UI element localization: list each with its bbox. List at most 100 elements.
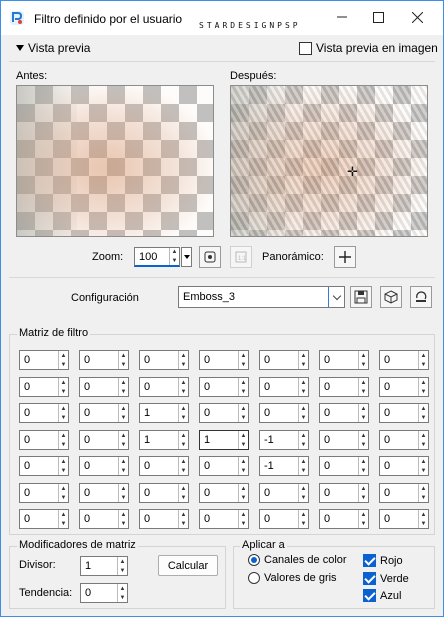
matrix-cell-stepper[interactable]: ▲ ▼	[118, 510, 128, 528]
spin-up-icon[interactable]: ▲	[118, 584, 127, 593]
matrix-cell[interactable]: 0 ▲ ▼	[79, 509, 129, 529]
minimize-button[interactable]	[331, 7, 353, 27]
matrix-cell-stepper[interactable]: ▲ ▼	[58, 351, 68, 369]
spin-up-icon[interactable]: ▲	[239, 351, 248, 360]
gray-values-radio[interactable]: Valores de gris	[248, 572, 337, 584]
matrix-cell-stepper[interactable]: ▲ ▼	[58, 457, 68, 475]
reset-preset-button[interactable]	[410, 286, 432, 308]
spin-down-icon[interactable]: ▼	[239, 466, 248, 475]
matrix-cell-stepper[interactable]: ▲ ▼	[238, 510, 248, 528]
spin-down-icon[interactable]: ▼	[419, 387, 428, 396]
matrix-cell[interactable]: 0 ▲ ▼	[319, 350, 369, 370]
matrix-cell[interactable]: 1 ▲ ▼	[139, 430, 189, 450]
spin-up-icon[interactable]: ▲	[299, 351, 308, 360]
spin-down-icon[interactable]: ▼	[59, 387, 68, 396]
matrix-cell-stepper[interactable]: ▲ ▼	[178, 431, 188, 449]
matrix-cell-stepper[interactable]: ▲ ▼	[118, 351, 128, 369]
matrix-cell-stepper[interactable]: ▲ ▼	[418, 484, 428, 502]
matrix-cell-stepper[interactable]: ▲ ▼	[238, 404, 248, 422]
matrix-cell-stepper[interactable]: ▲ ▼	[418, 378, 428, 396]
matrix-cell-stepper[interactable]: ▲ ▼	[238, 457, 248, 475]
spin-down-icon[interactable]: ▼	[239, 440, 248, 449]
matrix-cell-stepper[interactable]: ▲ ▼	[298, 378, 308, 396]
matrix-cell[interactable]: 0 ▲ ▼	[79, 483, 129, 503]
pan-button[interactable]	[334, 246, 356, 268]
preview-in-image-box[interactable]	[299, 41, 312, 55]
spin-down-icon[interactable]: ▼	[419, 519, 428, 528]
spin-up-icon[interactable]: ▲	[59, 378, 68, 387]
matrix-cell-stepper[interactable]: ▲ ▼	[418, 404, 428, 422]
matrix-cell[interactable]: 0 ▲ ▼	[199, 350, 249, 370]
matrix-cell[interactable]: 0 ▲ ▼	[19, 509, 69, 529]
spin-down-icon[interactable]: ▼	[359, 387, 368, 396]
spin-up-icon[interactable]: ▲	[299, 378, 308, 387]
matrix-cell-stepper[interactable]: ▲ ▼	[238, 351, 248, 369]
matrix-cell-stepper[interactable]: ▲ ▼	[178, 510, 188, 528]
spin-up-icon[interactable]: ▲	[179, 510, 188, 519]
green-checkbox[interactable]: Verde	[363, 572, 409, 585]
spin-down-icon[interactable]: ▼	[299, 466, 308, 475]
matrix-cell-stepper[interactable]: ▲ ▼	[418, 351, 428, 369]
spin-down-icon[interactable]: ▼	[359, 519, 368, 528]
zoom-dropdown-button[interactable]	[181, 247, 192, 267]
spin-down-icon[interactable]: ▼	[419, 413, 428, 422]
matrix-cell[interactable]: 0 ▲ ▼	[19, 456, 69, 476]
green-check-icon[interactable]	[363, 572, 376, 585]
matrix-cell-stepper[interactable]: ▲ ▼	[58, 510, 68, 528]
matrix-cell-stepper[interactable]: ▲ ▼	[58, 431, 68, 449]
matrix-cell[interactable]: 0 ▲ ▼	[259, 350, 309, 370]
spin-up-icon[interactable]: ▲	[419, 431, 428, 440]
spin-up-icon[interactable]: ▲	[359, 457, 368, 466]
matrix-cell[interactable]: 0 ▲ ▼	[19, 403, 69, 423]
matrix-cell[interactable]: 0 ▲ ▼	[79, 377, 129, 397]
spin-down-icon[interactable]: ▼	[299, 360, 308, 369]
spin-down-icon[interactable]: ▼	[419, 493, 428, 502]
spin-down-icon[interactable]: ▼	[119, 466, 128, 475]
spin-up-icon[interactable]: ▲	[119, 351, 128, 360]
matrix-cell[interactable]: 0 ▲ ▼	[379, 430, 429, 450]
spin-up-icon[interactable]: ▲	[239, 457, 248, 466]
spin-down-icon[interactable]: ▼	[359, 466, 368, 475]
spin-down-icon[interactable]: ▼	[299, 493, 308, 502]
spin-up-icon[interactable]: ▲	[419, 351, 428, 360]
matrix-cell-stepper[interactable]: ▲ ▼	[298, 457, 308, 475]
matrix-cell[interactable]: 0 ▲ ▼	[199, 456, 249, 476]
spin-down-icon[interactable]: ▼	[119, 360, 128, 369]
spin-down-icon[interactable]: ▼	[118, 593, 127, 602]
bias-stepper[interactable]: ▲ ▼	[117, 584, 127, 602]
spin-down-icon[interactable]: ▼	[179, 519, 188, 528]
matrix-cell[interactable]: 0 ▲ ▼	[379, 350, 429, 370]
matrix-cell-stepper[interactable]: ▲ ▼	[358, 404, 368, 422]
matrix-cell[interactable]: 0 ▲ ▼	[199, 483, 249, 503]
matrix-cell[interactable]: 0 ▲ ▼	[379, 456, 429, 476]
spin-down-icon[interactable]: ▼	[299, 440, 308, 449]
matrix-cell[interactable]: 0 ▲ ▼	[79, 430, 129, 450]
maximize-button[interactable]	[367, 7, 389, 27]
matrix-cell[interactable]: 0 ▲ ▼	[19, 430, 69, 450]
matrix-cell[interactable]: 0 ▲ ▼	[79, 350, 129, 370]
spin-up-icon[interactable]: ▲	[119, 404, 128, 413]
matrix-cell-stepper[interactable]: ▲ ▼	[358, 351, 368, 369]
spin-up-icon[interactable]: ▲	[239, 431, 248, 440]
matrix-cell[interactable]: 0 ▲ ▼	[319, 483, 369, 503]
matrix-cell-stepper[interactable]: ▲ ▼	[118, 457, 128, 475]
color-channels-radio-dot[interactable]	[248, 554, 260, 566]
spin-up-icon[interactable]: ▲	[59, 404, 68, 413]
spin-up-icon[interactable]: ▲	[419, 378, 428, 387]
matrix-cell-stepper[interactable]: ▲ ▼	[118, 378, 128, 396]
spin-down-icon[interactable]: ▼	[59, 440, 68, 449]
zoom-actual-size-button[interactable]: 1:1	[230, 246, 252, 268]
matrix-cell[interactable]: 0 ▲ ▼	[379, 403, 429, 423]
matrix-cell[interactable]: 0 ▲ ▼	[319, 456, 369, 476]
spin-up-icon[interactable]: ▲	[179, 431, 188, 440]
matrix-cell[interactable]: 0 ▲ ▼	[139, 456, 189, 476]
preset-dropdown-button[interactable]	[328, 287, 344, 307]
matrix-cell[interactable]: 0 ▲ ▼	[319, 403, 369, 423]
matrix-cell-stepper[interactable]: ▲ ▼	[418, 457, 428, 475]
matrix-cell[interactable]: 0 ▲ ▼	[379, 483, 429, 503]
zoom-stepper[interactable]: ▲ ▼	[169, 248, 179, 265]
spin-up-icon[interactable]: ▲	[239, 404, 248, 413]
spin-up-icon[interactable]: ▲	[359, 404, 368, 413]
color-channels-radio[interactable]: Canales de color	[248, 554, 347, 566]
matrix-cell-stepper[interactable]: ▲ ▼	[178, 404, 188, 422]
